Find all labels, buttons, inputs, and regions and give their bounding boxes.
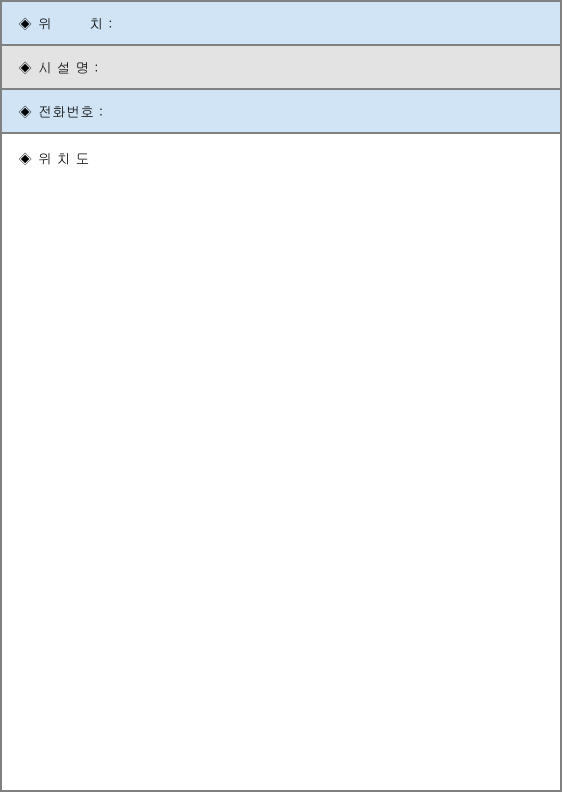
row-location: ◈ 위 치 :	[2, 0, 560, 44]
form-container: ◈ 위 치 : ◈ 시 설 명 : ◈ 전화번호 : ◈ 위 치 도	[0, 0, 562, 792]
label-map: 위 치 도	[38, 148, 89, 168]
label-location: 위 치 :	[38, 13, 113, 33]
label-phone: 전화번호 :	[38, 101, 103, 121]
label-facility: 시 설 명 :	[38, 57, 99, 77]
diamond-icon: ◈	[18, 13, 32, 33]
row-facility: ◈ 시 설 명 :	[2, 44, 560, 88]
row-map: ◈ 위 치 도	[2, 132, 560, 790]
diamond-icon: ◈	[18, 57, 32, 77]
diamond-icon: ◈	[18, 148, 32, 168]
diamond-icon: ◈	[18, 101, 32, 121]
row-phone: ◈ 전화번호 :	[2, 88, 560, 132]
